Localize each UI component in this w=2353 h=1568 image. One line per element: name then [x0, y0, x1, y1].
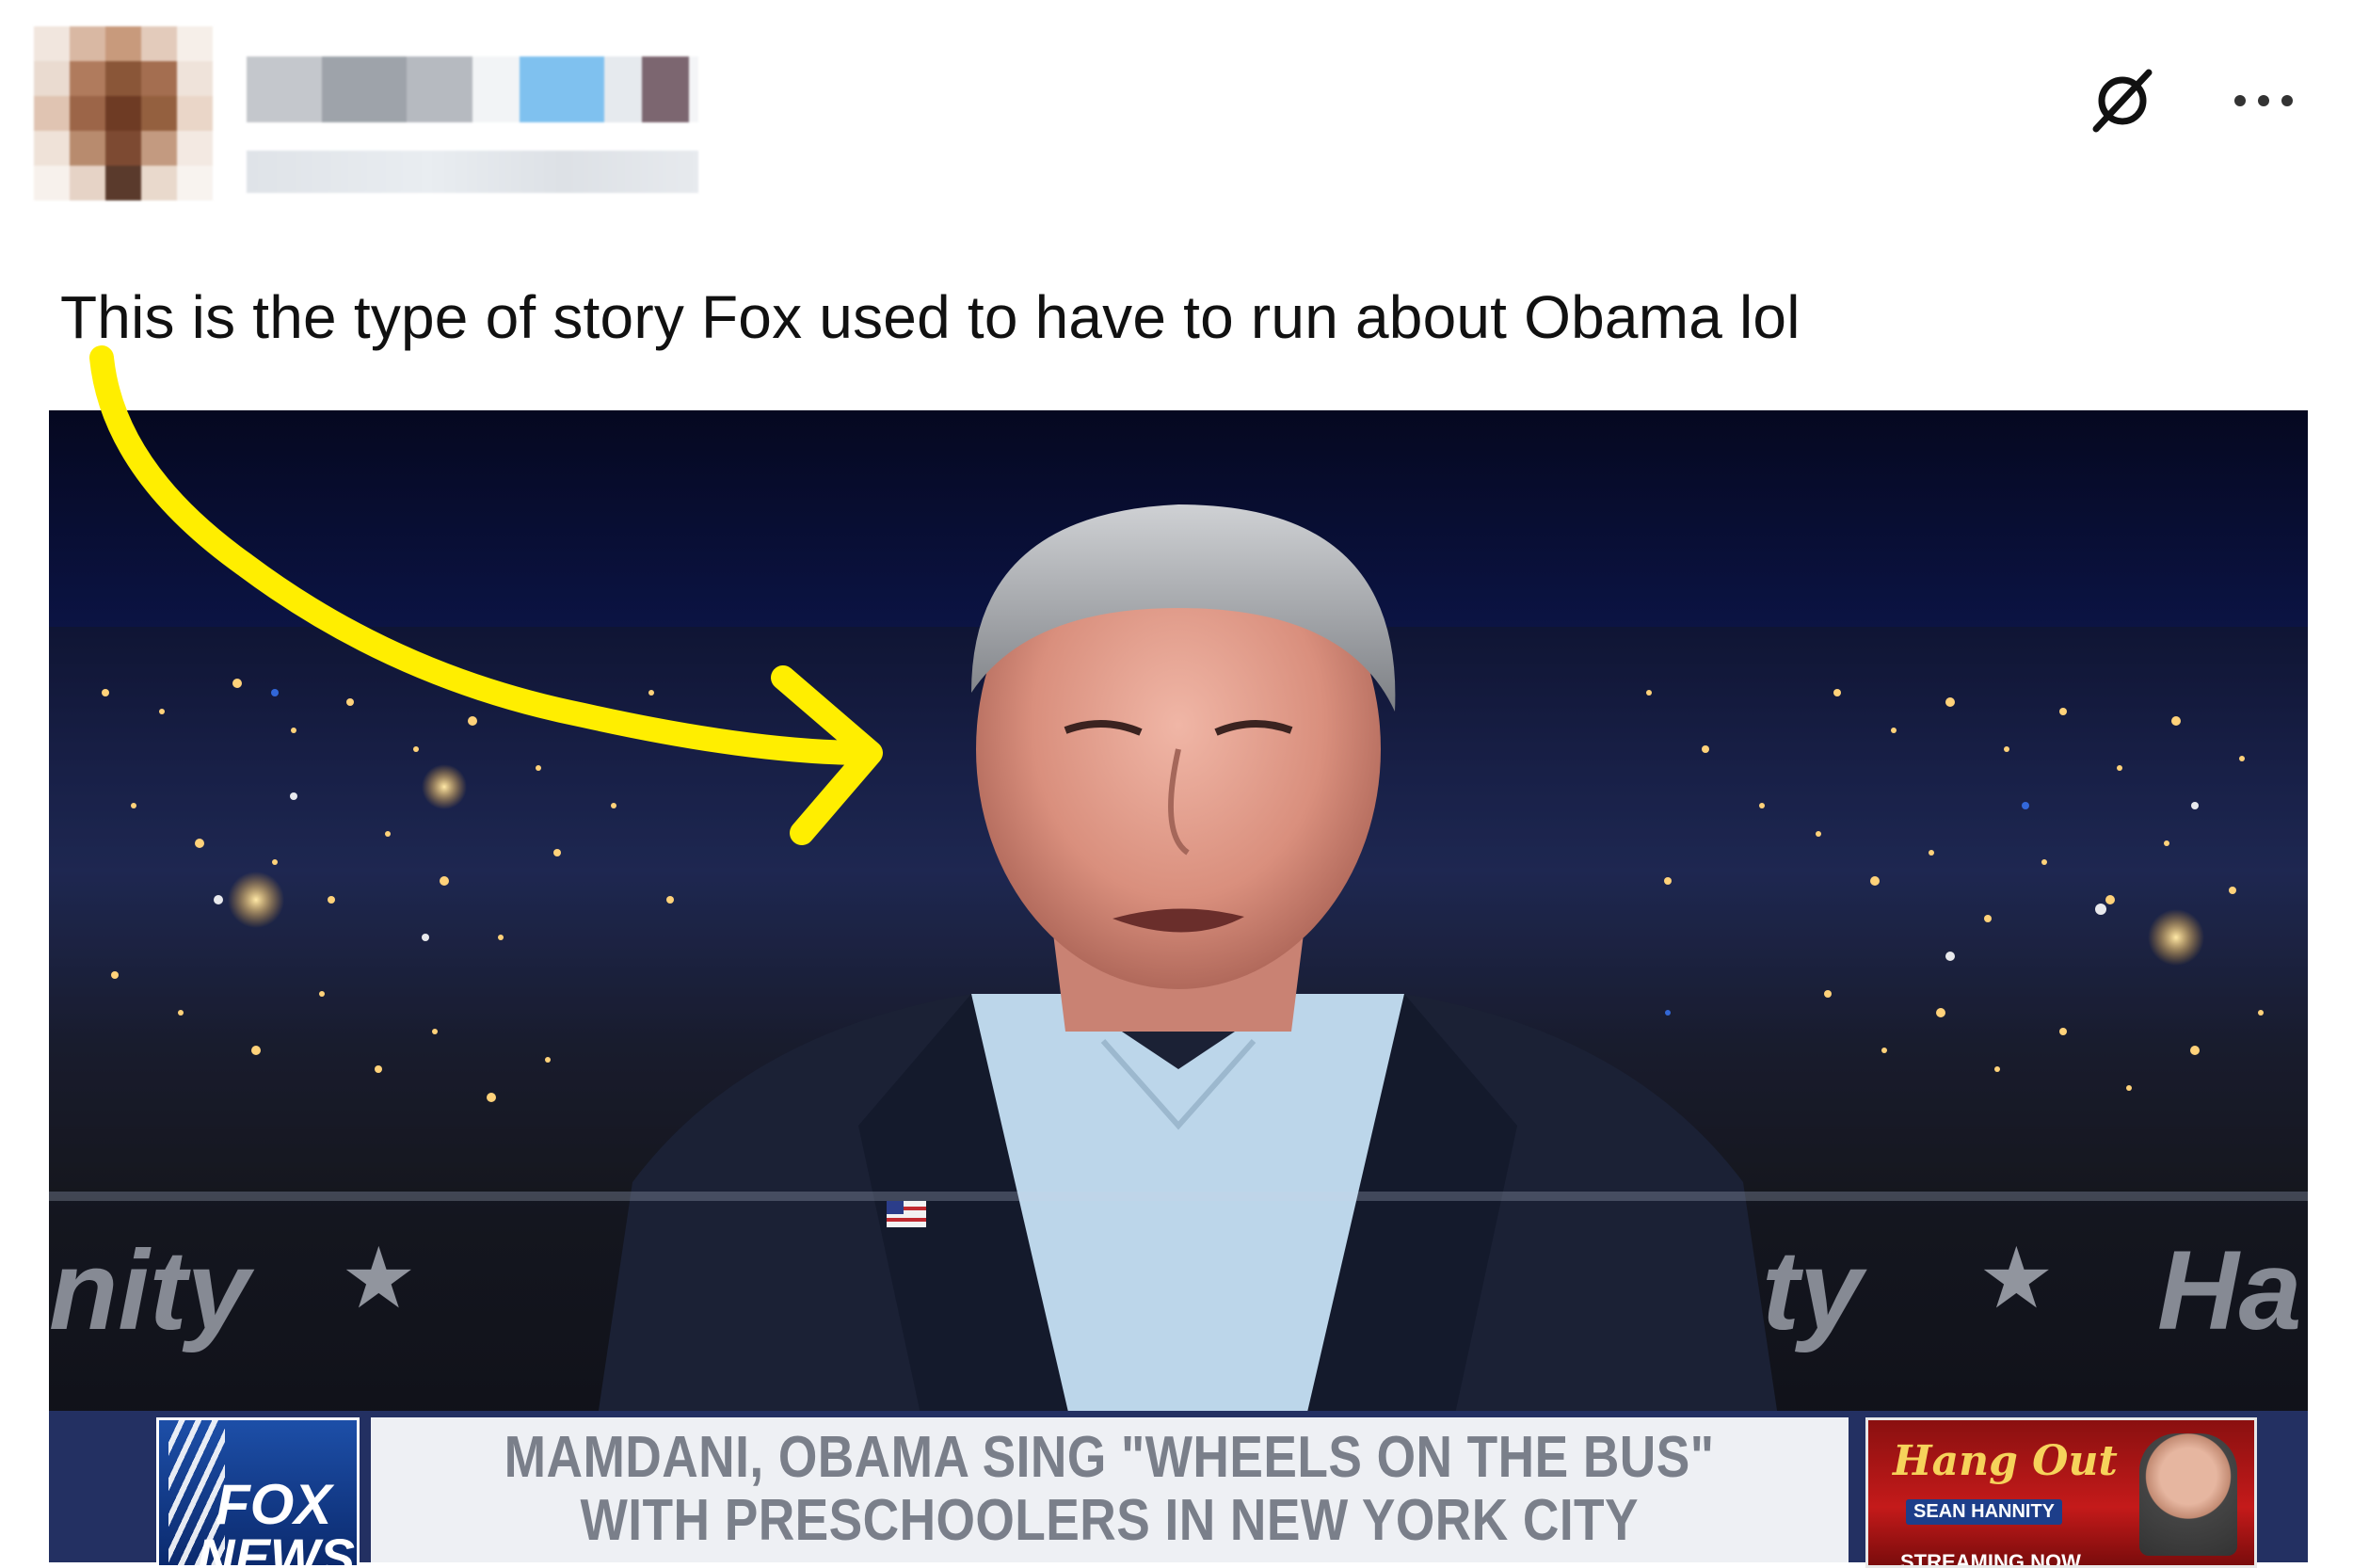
- star-icon: ★: [341, 1232, 417, 1326]
- set-rail: [49, 1192, 2308, 1201]
- grok-icon[interactable]: [2080, 58, 2165, 143]
- promo-streaming: STREAMING NOW: [1900, 1550, 2081, 1568]
- star-icon: ★: [1978, 1232, 2055, 1326]
- logo-fox: FOX: [216, 1473, 332, 1536]
- logo-news: NEWS: [197, 1528, 355, 1568]
- promo-title: Hang Out: [1893, 1437, 2118, 1485]
- show-title-partial: ty: [1762, 1227, 1863, 1353]
- post-media[interactable]: nity ★ ty ★ Ha: [49, 410, 2308, 1562]
- display-name-blurred[interactable]: [247, 56, 698, 122]
- chyron-headline: MAMDANI, OBAMA SING "WHEELS ON THE BUS" …: [371, 1417, 1849, 1562]
- header-actions: [2080, 58, 2306, 143]
- promo-subtitle: SEAN HANNITY: [1906, 1499, 2063, 1525]
- promo-host-photo: [2139, 1433, 2237, 1556]
- headline-line-2: WITH PRESCHOOLERS IN NEW YORK CITY: [580, 1488, 1640, 1553]
- handle-blurred[interactable]: [247, 151, 698, 193]
- post-text: This is the type of story Fox used to ha…: [60, 283, 1801, 351]
- more-icon[interactable]: [2221, 58, 2306, 143]
- headline-line-1: MAMDANI, OBAMA SING "WHEELS ON THE BUS": [504, 1425, 1715, 1491]
- fox-news-logo: FOX NEWS: [156, 1417, 360, 1568]
- promo-box: Hang Out SEAN HANNITY STREAMING NOW: [1865, 1417, 2257, 1568]
- show-title-right: Ha: [2157, 1227, 2302, 1353]
- avatar[interactable]: [34, 26, 213, 200]
- show-title-left: nity: [49, 1227, 250, 1353]
- host-figure: [576, 504, 1800, 1562]
